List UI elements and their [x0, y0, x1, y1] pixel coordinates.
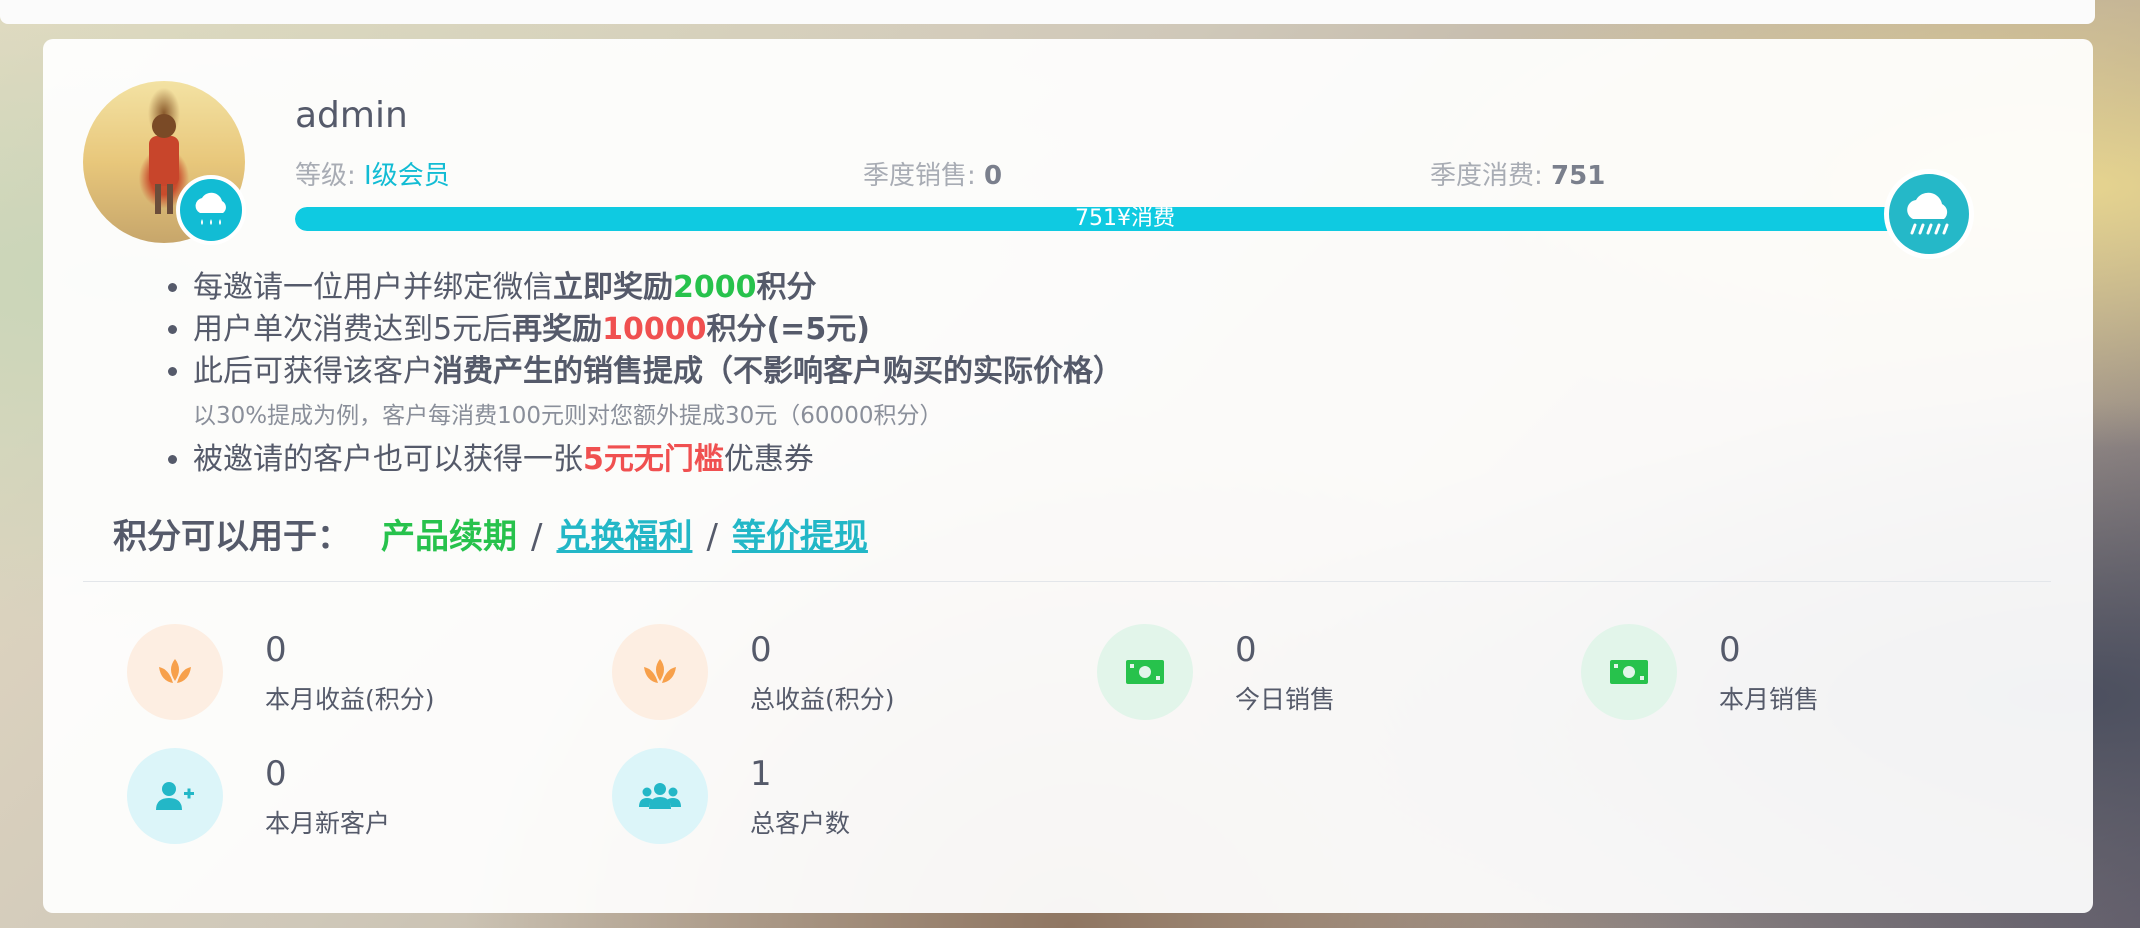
- stat-label: 今日销售: [1235, 685, 1336, 714]
- rule-text: 优惠券: [723, 442, 814, 477]
- stat-value: 1: [750, 754, 772, 794]
- separator: /: [531, 517, 543, 557]
- stat-label: 总收益(积分): [750, 685, 895, 714]
- stat-total-customers: 1 总客户数: [612, 748, 1032, 848]
- divider: [83, 581, 2051, 582]
- separator: /: [706, 517, 718, 557]
- money-bill-icon: [1581, 624, 1677, 720]
- points-usage-label: 积分可以用于：: [113, 517, 351, 557]
- spend-progress-bar: 751¥消费: [295, 207, 1955, 231]
- rule-points: 10000: [602, 312, 707, 347]
- progress-text: 751¥消费: [1075, 207, 1175, 231]
- username: admin: [295, 95, 408, 136]
- rule-text: 用户单次消费达到5元后: [193, 312, 513, 347]
- stat-value: 0: [1719, 630, 1741, 670]
- rule-text: 每邀请一位用户并绑定微信: [193, 270, 553, 305]
- rule-points: 2000: [673, 270, 757, 305]
- stat-month-sales: 0 本月销售: [1581, 624, 2001, 724]
- rule-item: 被邀请的客户也可以获得一张5元无门槛优惠券: [193, 439, 1123, 481]
- lotus-icon: [612, 624, 708, 720]
- user-plus-icon: [127, 748, 223, 844]
- stat-value: 0: [265, 754, 287, 794]
- season-spend-label: 季度消费:: [1430, 161, 1543, 191]
- lotus-icon: [127, 624, 223, 720]
- rain-cloud-badge-icon: [176, 175, 246, 245]
- rain-cloud-level-icon: [1884, 169, 1974, 259]
- stat-label: 本月新客户: [265, 809, 391, 838]
- stat-value: 0: [265, 630, 287, 670]
- stat-label: 本月销售: [1719, 685, 1820, 714]
- level-label: 等级:: [295, 161, 356, 191]
- stat-month-new-customers: 0 本月新客户: [127, 748, 547, 848]
- referral-card: admin 等级: Ⅰ级会员 季度销售: 0 季度消费: 751 751¥消费 …: [43, 39, 2093, 913]
- top-panel-edge: [0, 0, 2095, 24]
- product-renewal-text: 产品续期: [381, 517, 517, 557]
- rule-emphasis: 立即奖励: [553, 270, 673, 305]
- season-sales: 季度销售: 0: [863, 155, 1002, 192]
- rule-emphasis: 消费产生的销售提成（不影响客户购买的实际价格）: [433, 354, 1123, 389]
- stat-month-earnings: 0 本月收益(积分): [127, 624, 547, 724]
- referral-rules-list: 每邀请一位用户并绑定微信立即奖励2000积分 用户单次消费达到5元后再奖励100…: [153, 267, 1123, 481]
- money-bill-icon: [1097, 624, 1193, 720]
- season-spend-value: 751: [1551, 161, 1606, 191]
- stat-label: 本月收益(积分): [265, 685, 435, 714]
- level-value: Ⅰ级会员: [364, 161, 450, 191]
- stat-label: 总客户数: [750, 809, 851, 838]
- rule-item: 每邀请一位用户并绑定微信立即奖励2000积分: [193, 267, 1123, 309]
- cash-withdraw-link[interactable]: 等价提现: [732, 517, 868, 557]
- rule-item: 此后可获得该客户消费产生的销售提成（不影响客户购买的实际价格） 以30%提成为例…: [193, 351, 1123, 439]
- stat-today-sales: 0 今日销售: [1097, 624, 1517, 724]
- stat-value: 0: [750, 630, 772, 670]
- coupon-highlight: 5元无门槛: [583, 442, 724, 477]
- rule-emphasis: 积分: [756, 270, 817, 305]
- users-icon: [612, 748, 708, 844]
- rule-text: 此后可获得该客户: [193, 354, 433, 389]
- rule-emphasis: 积分(=5元): [706, 312, 870, 347]
- redeem-benefits-link[interactable]: 兑换福利: [556, 517, 692, 557]
- rule-example-note: 以30%提成为例，客户每消费100元则对您额外提成30元（60000积分）: [193, 403, 943, 429]
- season-sales-label: 季度销售:: [863, 161, 976, 191]
- stat-value: 0: [1235, 630, 1257, 670]
- member-level: 等级: Ⅰ级会员: [295, 155, 450, 192]
- rule-text: 被邀请的客户也可以获得一张: [193, 442, 583, 477]
- rule-item: 用户单次消费达到5元后再奖励10000积分(=5元): [193, 309, 1123, 351]
- season-sales-value: 0: [984, 161, 1003, 191]
- points-usage: 积分可以用于： 产品续期 / 兑换福利 / 等价提现: [113, 509, 868, 558]
- rule-emphasis: 再奖励: [512, 312, 603, 347]
- season-spend: 季度消费: 751: [1430, 155, 1605, 192]
- stat-total-earnings: 0 总收益(积分): [612, 624, 1032, 724]
